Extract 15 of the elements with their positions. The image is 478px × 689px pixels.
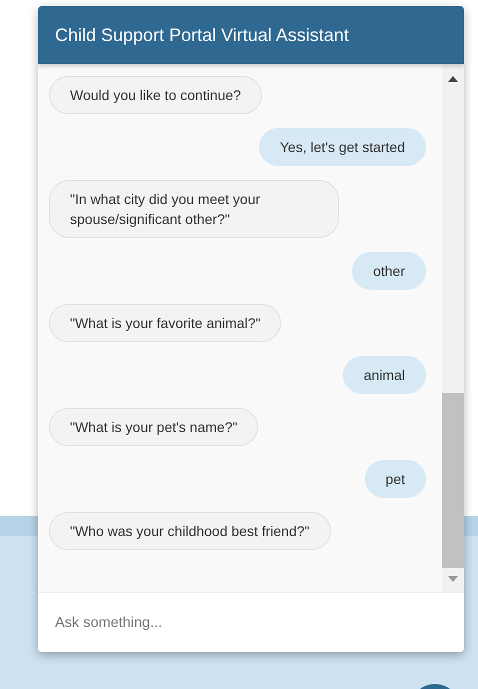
scroll-up-icon[interactable] bbox=[448, 76, 458, 82]
bot-message: "What is your pet's name?" bbox=[49, 408, 258, 446]
user-message: animal bbox=[342, 356, 426, 394]
message-input[interactable]: Ask something... bbox=[38, 592, 464, 652]
window-title: Child Support Portal Virtual Assistant bbox=[38, 6, 464, 64]
user-message: pet bbox=[364, 460, 426, 498]
scrollbar-thumb[interactable] bbox=[442, 393, 464, 568]
user-message: Yes, let's get started bbox=[258, 128, 426, 166]
bot-message: "Who was your childhood best friend?" bbox=[49, 512, 331, 550]
bot-message: "What is your favorite animal?" bbox=[49, 304, 282, 342]
bot-message: "In what city did you meet your spouse/significant other?" bbox=[49, 180, 339, 238]
bot-message: Would you like to continue? bbox=[49, 76, 262, 114]
scroll-down-icon[interactable] bbox=[448, 576, 458, 582]
user-message: other bbox=[352, 252, 426, 290]
scrollbar[interactable] bbox=[442, 64, 464, 592]
